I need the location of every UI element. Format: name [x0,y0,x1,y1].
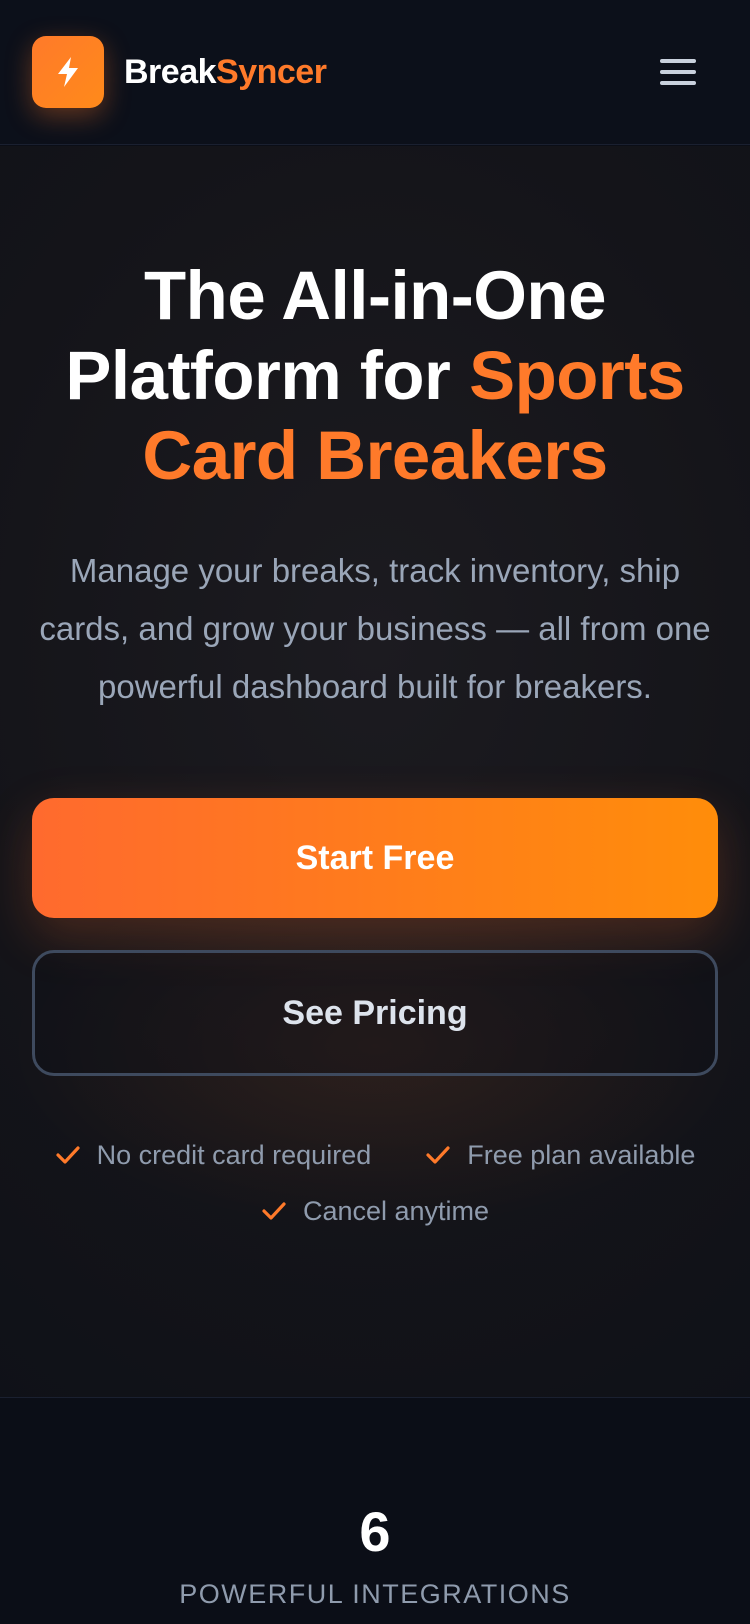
check-icon [426,1146,450,1164]
check-icon [262,1202,286,1220]
menu-line [660,59,696,63]
stats-section: 6 POWERFUL INTEGRATIONS [0,1399,750,1624]
perks-list: No credit card required Free plan availa… [20,1136,730,1230]
logo[interactable] [32,36,104,108]
brand-name[interactable]: BreakSyncer [124,50,327,94]
see-pricing-button[interactable]: See Pricing [32,950,718,1076]
stat-number: 6 [359,1500,391,1563]
lightning-bolt-icon [58,57,78,87]
brand-name-part1: Break [124,53,217,91]
perk-item: Free plan available [425,1136,695,1174]
hero-headline: The All-in-One Platform for Sports Card … [20,256,730,496]
perk-label: No credit card required [96,1140,372,1170]
start-free-button[interactable]: Start Free [32,798,718,918]
hero-section: The All-in-One Platform for Sports Card … [0,146,750,1398]
perk-label: Cancel anytime [302,1196,490,1226]
perk-label: Free plan available [467,1140,696,1170]
perk-item: No credit card required [55,1136,372,1174]
brand-name-part2: Syncer [216,53,327,91]
hamburger-menu-icon[interactable] [652,50,704,94]
perk-item: Cancel anytime [261,1192,489,1230]
stat-label: POWERFUL INTEGRATIONS [179,1579,571,1609]
hero-subtext: Manage your breaks, track inventory, shi… [39,552,711,705]
check-icon [55,1146,80,1164]
page: BreakSyncer The All-in-One Platform for … [0,0,750,1624]
site-header: BreakSyncer [0,0,750,145]
menu-line [660,81,696,85]
menu-line [660,70,696,74]
